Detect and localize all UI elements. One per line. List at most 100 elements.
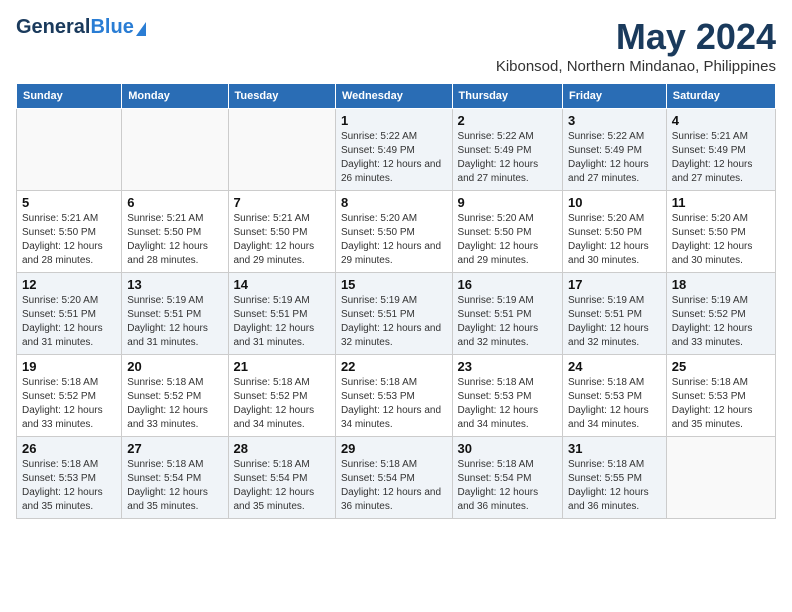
- day-number: 21: [234, 359, 330, 374]
- day-number: 12: [22, 277, 116, 292]
- day-number: 3: [568, 113, 661, 128]
- day-number: 18: [672, 277, 770, 292]
- day-info: Sunrise: 5:20 AMSunset: 5:50 PMDaylight:…: [672, 212, 770, 268]
- calendar-cell: 14 Sunrise: 5:19 AMSunset: 5:51 PMDayligh…: [228, 273, 335, 355]
- weekday-header: Wednesday: [335, 84, 452, 109]
- calendar-week-row: 26 Sunrise: 5:18 AMSunset: 5:53 PMDayligh…: [17, 437, 776, 519]
- calendar-cell: 5 Sunrise: 5:21 AMSunset: 5:50 PMDaylight…: [17, 191, 122, 273]
- day-number: 5: [22, 195, 116, 210]
- logo-general-text: General: [16, 16, 90, 39]
- day-number: 22: [341, 359, 447, 374]
- weekday-header: Sunday: [17, 84, 122, 109]
- calendar-cell: 17 Sunrise: 5:19 AMSunset: 5:51 PMDayligh…: [563, 273, 667, 355]
- logo-blue-text: Blue: [90, 16, 133, 39]
- calendar-cell: 26 Sunrise: 5:18 AMSunset: 5:53 PMDayligh…: [17, 437, 122, 519]
- calendar-cell: 4Sunrise: 5:21 AMSunset: 5:49 PMDaylight…: [666, 109, 775, 191]
- day-info: Sunrise: 5:21 AMSunset: 5:50 PMDaylight:…: [127, 212, 222, 268]
- day-info: Sunrise: 5:18 AMSunset: 5:53 PMDaylight:…: [672, 376, 770, 432]
- day-number: 25: [672, 359, 770, 374]
- day-info: Sunrise: 5:20 AMSunset: 5:50 PMDaylight:…: [458, 212, 557, 268]
- day-number: 9: [458, 195, 557, 210]
- weekday-header: Monday: [122, 84, 228, 109]
- day-number: 26: [22, 441, 116, 456]
- day-info: Sunrise: 5:19 AMSunset: 5:51 PMDaylight:…: [234, 294, 330, 350]
- day-number: 2: [458, 113, 557, 128]
- calendar-cell: 13 Sunrise: 5:19 AMSunset: 5:51 PMDayligh…: [122, 273, 228, 355]
- calendar-cell: 10Sunrise: 5:20 AMSunset: 5:50 PMDayligh…: [563, 191, 667, 273]
- day-info: Sunrise: 5:18 AMSunset: 5:54 PMDaylight:…: [127, 458, 222, 514]
- day-info: Sunrise: 5:19 AMSunset: 5:52 PMDaylight:…: [672, 294, 770, 350]
- day-info: Sunrise: 5:18 AMSunset: 5:53 PMDaylight:…: [568, 376, 661, 432]
- calendar-cell: 1 Sunrise: 5:22 AMSunset: 5:49 PMDaylight…: [335, 109, 452, 191]
- calendar-cell: 8Sunrise: 5:20 AMSunset: 5:50 PMDaylight…: [335, 191, 452, 273]
- day-number: 13: [127, 277, 222, 292]
- day-info: Sunrise: 5:19 AMSunset: 5:51 PMDaylight:…: [341, 294, 447, 350]
- day-info: Sunrise: 5:18 AMSunset: 5:52 PMDaylight:…: [234, 376, 330, 432]
- calendar-cell: 28 Sunrise: 5:18 AMSunset: 5:54 PMDayligh…: [228, 437, 335, 519]
- day-number: 30: [458, 441, 557, 456]
- calendar-cell: [228, 109, 335, 191]
- day-info: Sunrise: 5:22 AMSunset: 5:49 PMDaylight:…: [341, 130, 447, 186]
- day-info: Sunrise: 5:18 AMSunset: 5:55 PMDaylight:…: [568, 458, 661, 514]
- logo-icon: [136, 22, 146, 36]
- calendar-cell: 6Sunrise: 5:21 AMSunset: 5:50 PMDaylight…: [122, 191, 228, 273]
- logo: General Blue: [16, 16, 146, 39]
- calendar-week-row: 12Sunrise: 5:20 AMSunset: 5:51 PMDayligh…: [17, 273, 776, 355]
- calendar-week-row: 5 Sunrise: 5:21 AMSunset: 5:50 PMDaylight…: [17, 191, 776, 273]
- day-info: Sunrise: 5:18 AMSunset: 5:52 PMDaylight:…: [127, 376, 222, 432]
- day-info: Sunrise: 5:18 AMSunset: 5:52 PMDaylight:…: [22, 376, 116, 432]
- calendar-cell: 15 Sunrise: 5:19 AMSunset: 5:51 PMDayligh…: [335, 273, 452, 355]
- weekday-header: Tuesday: [228, 84, 335, 109]
- calendar-cell: 23Sunrise: 5:18 AMSunset: 5:53 PMDayligh…: [452, 355, 562, 437]
- calendar-cell: 25 Sunrise: 5:18 AMSunset: 5:53 PMDayligh…: [666, 355, 775, 437]
- day-number: 17: [568, 277, 661, 292]
- day-number: 28: [234, 441, 330, 456]
- calendar-table: SundayMondayTuesdayWednesdayThursdayFrid…: [16, 83, 776, 519]
- day-info: Sunrise: 5:21 AMSunset: 5:50 PMDaylight:…: [234, 212, 330, 268]
- calendar-cell: [666, 437, 775, 519]
- day-number: 4: [672, 113, 770, 128]
- day-number: 31: [568, 441, 661, 456]
- month-title: May 2024: [496, 16, 776, 58]
- day-number: 24: [568, 359, 661, 374]
- day-info: Sunrise: 5:18 AMSunset: 5:54 PMDaylight:…: [234, 458, 330, 514]
- weekday-header: Thursday: [452, 84, 562, 109]
- day-number: 1: [341, 113, 447, 128]
- day-number: 8: [341, 195, 447, 210]
- day-number: 16: [458, 277, 557, 292]
- calendar-cell: 18 Sunrise: 5:19 AMSunset: 5:52 PMDayligh…: [666, 273, 775, 355]
- calendar-cell: 30Sunrise: 5:18 AMSunset: 5:54 PMDayligh…: [452, 437, 562, 519]
- day-number: 11: [672, 195, 770, 210]
- calendar-cell: 9 Sunrise: 5:20 AMSunset: 5:50 PMDaylight…: [452, 191, 562, 273]
- calendar-cell: 3 Sunrise: 5:22 AMSunset: 5:49 PMDaylight…: [563, 109, 667, 191]
- title-block: May 2024 Kibonsod, Northern Mindanao, Ph…: [496, 16, 776, 75]
- page-header: General Blue May 2024 Kibonsod, Northern…: [16, 16, 776, 75]
- day-info: Sunrise: 5:22 AMSunset: 5:49 PMDaylight:…: [458, 130, 557, 186]
- location-title: Kibonsod, Northern Mindanao, Philippines: [496, 58, 776, 75]
- day-info: Sunrise: 5:18 AMSunset: 5:53 PMDaylight:…: [22, 458, 116, 514]
- day-number: 14: [234, 277, 330, 292]
- day-info: Sunrise: 5:18 AMSunset: 5:53 PMDaylight:…: [341, 376, 447, 432]
- day-number: 27: [127, 441, 222, 456]
- calendar-cell: 21 Sunrise: 5:18 AMSunset: 5:52 PMDayligh…: [228, 355, 335, 437]
- calendar-week-row: 19Sunrise: 5:18 AMSunset: 5:52 PMDayligh…: [17, 355, 776, 437]
- day-info: Sunrise: 5:19 AMSunset: 5:51 PMDaylight:…: [127, 294, 222, 350]
- calendar-cell: 12Sunrise: 5:20 AMSunset: 5:51 PMDayligh…: [17, 273, 122, 355]
- calendar-cell: 24 Sunrise: 5:18 AMSunset: 5:53 PMDayligh…: [563, 355, 667, 437]
- calendar-cell: 19Sunrise: 5:18 AMSunset: 5:52 PMDayligh…: [17, 355, 122, 437]
- day-info: Sunrise: 5:21 AMSunset: 5:50 PMDaylight:…: [22, 212, 116, 268]
- calendar-week-row: 1 Sunrise: 5:22 AMSunset: 5:49 PMDaylight…: [17, 109, 776, 191]
- calendar-cell: 2 Sunrise: 5:22 AMSunset: 5:49 PMDaylight…: [452, 109, 562, 191]
- calendar-cell: [122, 109, 228, 191]
- day-number: 15: [341, 277, 447, 292]
- day-info: Sunrise: 5:19 AMSunset: 5:51 PMDaylight:…: [568, 294, 661, 350]
- day-info: Sunrise: 5:18 AMSunset: 5:53 PMDaylight:…: [458, 376, 557, 432]
- calendar-cell: 11 Sunrise: 5:20 AMSunset: 5:50 PMDayligh…: [666, 191, 775, 273]
- day-number: 7: [234, 195, 330, 210]
- calendar-cell: 7 Sunrise: 5:21 AMSunset: 5:50 PMDaylight…: [228, 191, 335, 273]
- calendar-cell: [17, 109, 122, 191]
- day-number: 10: [568, 195, 661, 210]
- calendar-cell: 22 Sunrise: 5:18 AMSunset: 5:53 PMDayligh…: [335, 355, 452, 437]
- weekday-header: Friday: [563, 84, 667, 109]
- day-info: Sunrise: 5:22 AMSunset: 5:49 PMDaylight:…: [568, 130, 661, 186]
